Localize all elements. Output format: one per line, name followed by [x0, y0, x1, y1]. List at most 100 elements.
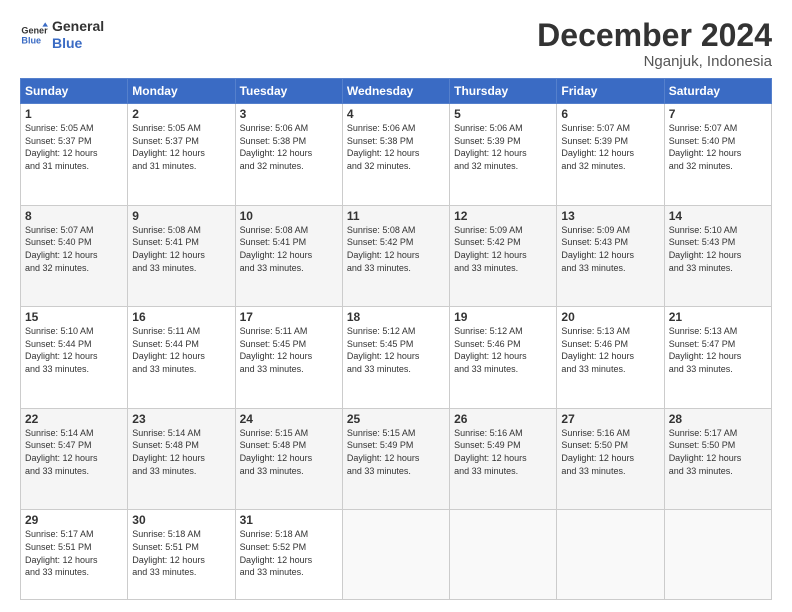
calendar-cell [664, 510, 771, 600]
day-number: 3 [240, 107, 338, 121]
calendar-cell: 10Sunrise: 5:08 AMSunset: 5:41 PMDayligh… [235, 205, 342, 307]
day-number: 15 [25, 310, 123, 324]
day-info: Sunrise: 5:10 AMSunset: 5:44 PMDaylight:… [25, 325, 123, 375]
day-number: 19 [454, 310, 552, 324]
calendar-week-row: 1Sunrise: 5:05 AMSunset: 5:37 PMDaylight… [21, 104, 772, 206]
day-number: 14 [669, 209, 767, 223]
col-header-saturday: Saturday [664, 79, 771, 104]
calendar-table: SundayMondayTuesdayWednesdayThursdayFrid… [20, 78, 772, 600]
day-info: Sunrise: 5:18 AMSunset: 5:51 PMDaylight:… [132, 528, 230, 578]
day-number: 29 [25, 513, 123, 527]
calendar-week-row: 22Sunrise: 5:14 AMSunset: 5:47 PMDayligh… [21, 408, 772, 510]
header: General Blue General Blue December 2024 … [20, 18, 772, 70]
day-number: 5 [454, 107, 552, 121]
calendar-cell: 3Sunrise: 5:06 AMSunset: 5:38 PMDaylight… [235, 104, 342, 206]
calendar-cell: 21Sunrise: 5:13 AMSunset: 5:47 PMDayligh… [664, 307, 771, 409]
day-number: 17 [240, 310, 338, 324]
calendar-cell: 4Sunrise: 5:06 AMSunset: 5:38 PMDaylight… [342, 104, 449, 206]
calendar-container: General Blue General Blue December 2024 … [0, 0, 792, 612]
day-number: 30 [132, 513, 230, 527]
day-info: Sunrise: 5:05 AMSunset: 5:37 PMDaylight:… [132, 122, 230, 172]
calendar-week-row: 8Sunrise: 5:07 AMSunset: 5:40 PMDaylight… [21, 205, 772, 307]
calendar-cell: 7Sunrise: 5:07 AMSunset: 5:40 PMDaylight… [664, 104, 771, 206]
day-number: 27 [561, 412, 659, 426]
day-info: Sunrise: 5:07 AMSunset: 5:39 PMDaylight:… [561, 122, 659, 172]
day-info: Sunrise: 5:17 AMSunset: 5:50 PMDaylight:… [669, 427, 767, 477]
day-info: Sunrise: 5:07 AMSunset: 5:40 PMDaylight:… [669, 122, 767, 172]
day-number: 1 [25, 107, 123, 121]
day-info: Sunrise: 5:15 AMSunset: 5:48 PMDaylight:… [240, 427, 338, 477]
calendar-cell: 25Sunrise: 5:15 AMSunset: 5:49 PMDayligh… [342, 408, 449, 510]
calendar-cell [557, 510, 664, 600]
calendar-cell: 20Sunrise: 5:13 AMSunset: 5:46 PMDayligh… [557, 307, 664, 409]
day-info: Sunrise: 5:09 AMSunset: 5:42 PMDaylight:… [454, 224, 552, 274]
day-number: 21 [669, 310, 767, 324]
calendar-cell: 11Sunrise: 5:08 AMSunset: 5:42 PMDayligh… [342, 205, 449, 307]
day-number: 9 [132, 209, 230, 223]
day-info: Sunrise: 5:16 AMSunset: 5:49 PMDaylight:… [454, 427, 552, 477]
day-info: Sunrise: 5:07 AMSunset: 5:40 PMDaylight:… [25, 224, 123, 274]
col-header-friday: Friday [557, 79, 664, 104]
day-info: Sunrise: 5:05 AMSunset: 5:37 PMDaylight:… [25, 122, 123, 172]
day-info: Sunrise: 5:14 AMSunset: 5:47 PMDaylight:… [25, 427, 123, 477]
calendar-cell: 13Sunrise: 5:09 AMSunset: 5:43 PMDayligh… [557, 205, 664, 307]
calendar-cell: 24Sunrise: 5:15 AMSunset: 5:48 PMDayligh… [235, 408, 342, 510]
calendar-cell: 28Sunrise: 5:17 AMSunset: 5:50 PMDayligh… [664, 408, 771, 510]
day-info: Sunrise: 5:10 AMSunset: 5:43 PMDaylight:… [669, 224, 767, 274]
day-number: 4 [347, 107, 445, 121]
day-info: Sunrise: 5:08 AMSunset: 5:41 PMDaylight:… [132, 224, 230, 274]
svg-text:General: General [21, 25, 48, 35]
calendar-cell: 27Sunrise: 5:16 AMSunset: 5:50 PMDayligh… [557, 408, 664, 510]
day-info: Sunrise: 5:16 AMSunset: 5:50 PMDaylight:… [561, 427, 659, 477]
day-info: Sunrise: 5:08 AMSunset: 5:41 PMDaylight:… [240, 224, 338, 274]
calendar-cell: 16Sunrise: 5:11 AMSunset: 5:44 PMDayligh… [128, 307, 235, 409]
day-info: Sunrise: 5:06 AMSunset: 5:39 PMDaylight:… [454, 122, 552, 172]
day-info: Sunrise: 5:09 AMSunset: 5:43 PMDaylight:… [561, 224, 659, 274]
calendar-cell [450, 510, 557, 600]
calendar-cell: 23Sunrise: 5:14 AMSunset: 5:48 PMDayligh… [128, 408, 235, 510]
day-number: 7 [669, 107, 767, 121]
calendar-cell: 22Sunrise: 5:14 AMSunset: 5:47 PMDayligh… [21, 408, 128, 510]
day-info: Sunrise: 5:18 AMSunset: 5:52 PMDaylight:… [240, 528, 338, 578]
col-header-thursday: Thursday [450, 79, 557, 104]
calendar-week-row: 15Sunrise: 5:10 AMSunset: 5:44 PMDayligh… [21, 307, 772, 409]
calendar-cell: 8Sunrise: 5:07 AMSunset: 5:40 PMDaylight… [21, 205, 128, 307]
title-block: December 2024 Nganjuk, Indonesia [537, 18, 772, 70]
calendar-cell: 19Sunrise: 5:12 AMSunset: 5:46 PMDayligh… [450, 307, 557, 409]
day-number: 2 [132, 107, 230, 121]
col-header-tuesday: Tuesday [235, 79, 342, 104]
day-info: Sunrise: 5:15 AMSunset: 5:49 PMDaylight:… [347, 427, 445, 477]
day-info: Sunrise: 5:17 AMSunset: 5:51 PMDaylight:… [25, 528, 123, 578]
calendar-header-row: SundayMondayTuesdayWednesdayThursdayFrid… [21, 79, 772, 104]
calendar-cell: 15Sunrise: 5:10 AMSunset: 5:44 PMDayligh… [21, 307, 128, 409]
calendar-cell: 29Sunrise: 5:17 AMSunset: 5:51 PMDayligh… [21, 510, 128, 600]
day-number: 8 [25, 209, 123, 223]
calendar-cell: 14Sunrise: 5:10 AMSunset: 5:43 PMDayligh… [664, 205, 771, 307]
day-number: 28 [669, 412, 767, 426]
day-number: 23 [132, 412, 230, 426]
day-info: Sunrise: 5:06 AMSunset: 5:38 PMDaylight:… [347, 122, 445, 172]
day-number: 22 [25, 412, 123, 426]
day-info: Sunrise: 5:12 AMSunset: 5:45 PMDaylight:… [347, 325, 445, 375]
day-number: 11 [347, 209, 445, 223]
day-info: Sunrise: 5:11 AMSunset: 5:45 PMDaylight:… [240, 325, 338, 375]
day-number: 12 [454, 209, 552, 223]
month-title: December 2024 [537, 18, 772, 53]
calendar-cell: 17Sunrise: 5:11 AMSunset: 5:45 PMDayligh… [235, 307, 342, 409]
day-number: 18 [347, 310, 445, 324]
logo: General Blue General Blue [20, 18, 104, 52]
day-number: 31 [240, 513, 338, 527]
logo-icon: General Blue [20, 21, 48, 49]
location: Nganjuk, Indonesia [537, 53, 772, 70]
calendar-cell: 1Sunrise: 5:05 AMSunset: 5:37 PMDaylight… [21, 104, 128, 206]
calendar-cell: 18Sunrise: 5:12 AMSunset: 5:45 PMDayligh… [342, 307, 449, 409]
calendar-cell: 30Sunrise: 5:18 AMSunset: 5:51 PMDayligh… [128, 510, 235, 600]
day-number: 16 [132, 310, 230, 324]
calendar-cell: 26Sunrise: 5:16 AMSunset: 5:49 PMDayligh… [450, 408, 557, 510]
col-header-sunday: Sunday [21, 79, 128, 104]
day-info: Sunrise: 5:06 AMSunset: 5:38 PMDaylight:… [240, 122, 338, 172]
svg-text:Blue: Blue [21, 35, 41, 45]
calendar-cell: 5Sunrise: 5:06 AMSunset: 5:39 PMDaylight… [450, 104, 557, 206]
day-info: Sunrise: 5:13 AMSunset: 5:46 PMDaylight:… [561, 325, 659, 375]
logo-blue: Blue [52, 35, 104, 52]
